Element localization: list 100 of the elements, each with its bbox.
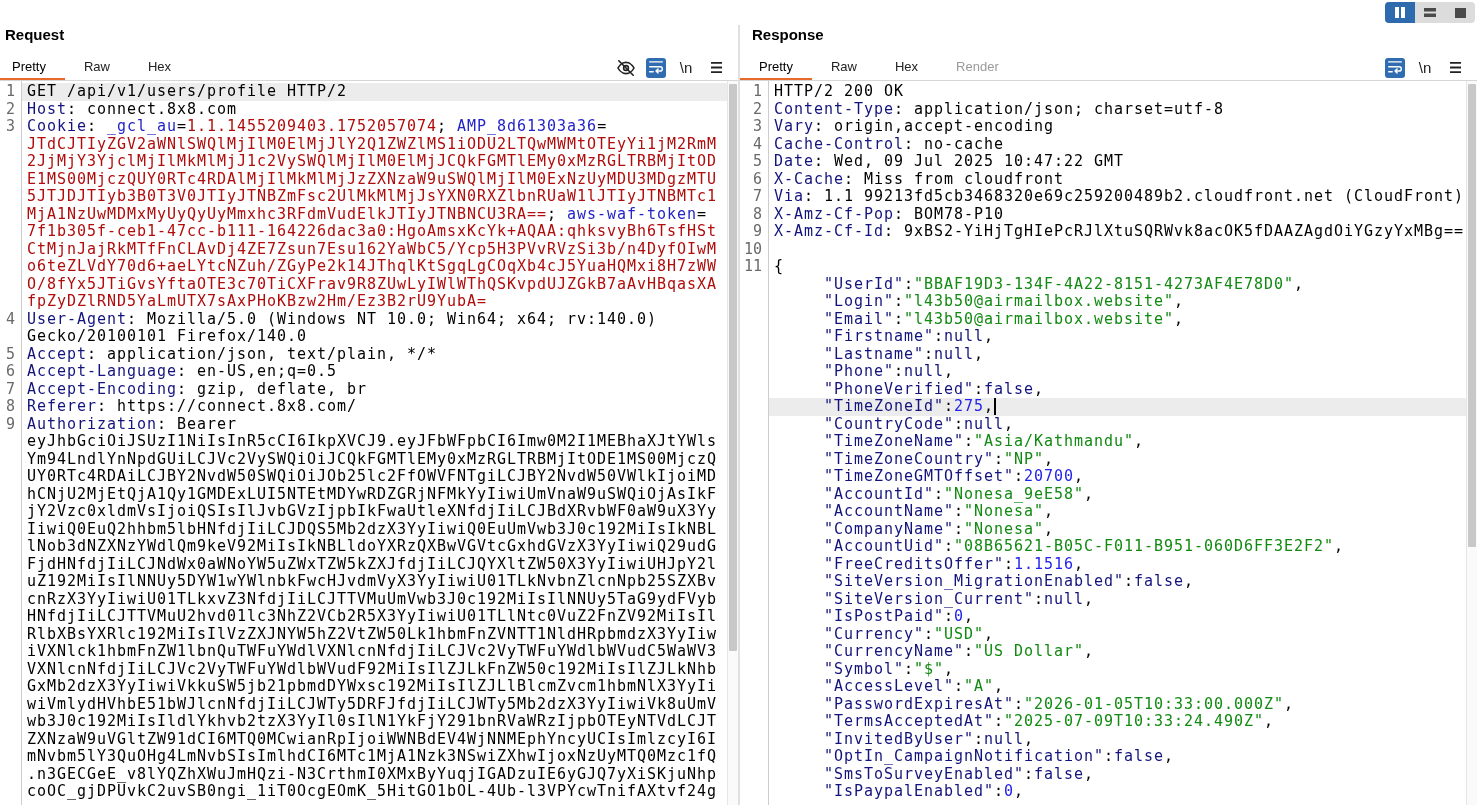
code-line: lNob3dNZXNzYWdlQm9keV92MiIsIkNBLldoYXRzQXBwVGVtcGxhdGVzX3YyIiwiQ29udG [27, 538, 718, 556]
code-line: Referer: https://connect.8x8.com/ [27, 398, 358, 416]
code-line: "IsPaypalEnabled":0, [824, 783, 1025, 801]
code-line: CtMjnJajRkMTfFnCLAvDj4ZE7Zsun7Esu162YaWbC5/Ycp5H3PVvRVzSi3b/n4DyfOIwM [27, 240, 718, 258]
code-line: "CountryCode":null, [824, 415, 1015, 433]
code-line: iVXNlck1hbmFnZW1lbnQuTWFuYWdlVXNlcnNfdjIiLCJVc2VyTWFuYWdlbWVudC5WaWV3 [27, 643, 718, 661]
line-number: 4 [4, 310, 16, 330]
code-line: "SiteVersion_MigrationEnabled":false, [824, 573, 1195, 591]
code-line: "AccountId":"Nonesa_9eE58", [824, 485, 1095, 503]
menu-icon [709, 62, 723, 73]
code-line: X-Amz-Cf-Pop: BOM78-P10 [774, 205, 1005, 223]
newline-toggle[interactable]: \n [676, 57, 696, 78]
line-number: 5 [4, 345, 16, 363]
code-line: cnRzX3YyIiwiU01TLkxvZ3NfdjIiLCJTTVMuUmVwb3J0c192MiIsIlNNUy5TaG9ydFVyb [27, 590, 718, 608]
code-line: Host: connect.8x8.com [27, 100, 238, 118]
code-line: eyJhbGciOiJSUzI1NiIsInR5cCI6IkpXVCJ9.eyJFbWFpbCI6Imw0M2I1MEBhaXJtYWls [27, 433, 718, 451]
code-line: "TimeZoneId":275, [824, 398, 995, 416]
line-number: 3 [4, 118, 16, 137]
code-line: "Login":"l43b50@airmailbox.website", [824, 293, 1185, 311]
line-number: 2 [751, 100, 763, 118]
code-line: fpZyDZlRND5YaLmUTX7sAxPHoKBzw2Hm/Ez3B2rU9YubA= [27, 293, 488, 311]
code-line: { [774, 258, 784, 276]
code-line: Via: 1.1 99213fd5cb3468320e69c259200489b2.cloudfront.net (CloudFront) [774, 188, 1465, 206]
code-line: "FreeCreditsOffer":1.1516, [824, 555, 1085, 573]
code-line: GET /api/v1/users/profile HTTP/2 [27, 83, 348, 101]
code-line: "Phone":null, [824, 363, 955, 381]
line-number: 2 [4, 100, 16, 118]
line-number: 8 [4, 398, 16, 416]
text-cursor [994, 398, 997, 416]
line-number: 1 [4, 83, 16, 101]
code-line: "CompanyName":"Nonesa", [824, 520, 1055, 538]
code-line: UY0RTc4RDAiLCJBY2NvdW50SWQiOiJOb25lc2FfOWVFNTgiLCJBY2NvdW50VWlkIjoiMD [27, 468, 718, 486]
code-line: "Email":"l43b50@airmailbox.website", [824, 310, 1185, 328]
code-line: "AccessLevel":"A", [824, 678, 1005, 696]
wrap-toggle[interactable] [1385, 57, 1405, 78]
code-line: Cache-Control: no-cache [774, 135, 1005, 153]
code-line: VXNlcnNfdjIiLCJVc2VyTWFuYWdlbWVudF92MiIsIlZJLkFnZW50c192MiIsIlZJLkNhb [27, 660, 718, 678]
tab[interactable]: Pretty [740, 55, 812, 80]
code-line: HNfdjIiLCJTTVMuU2hvd01lc3NhZ2VCb2R5X3YyIiwiU01TLlNtc0VuZ2FnZV92MiIsIl [27, 608, 718, 626]
line-number: 4 [751, 135, 763, 153]
code-line: Date: Wed, 09 Jul 2025 10:47:22 GMT [774, 153, 1125, 171]
code-line: "TimeZoneCountry":"NP", [824, 450, 1055, 468]
line-number: 6 [751, 170, 763, 188]
tab[interactable]: Pretty [0, 55, 65, 80]
scrollbar-thumb[interactable] [1468, 84, 1476, 547]
code-line: coOC_gjDPUvkC2uvSB0ngi_1iT0OcgEOmK_5HitGO1bOL-4Ub-l3VPYcwTnifAXtvf24g [27, 783, 718, 801]
code-line: "Currency":"USD", [824, 625, 995, 643]
code-line: "OptIn_CampaignNotification":false, [824, 748, 1175, 766]
code-line: E1MS00MjczQUY0RTc4RDAlMjIlMkMlMjJzZXNzaW9uSWQlMjIlM0ExNzUyMDU3MDgzMTU [27, 170, 718, 188]
code-line: "UserId":"BBAF19D3-134F-4A22-8151-4273AF4E78D0", [824, 275, 1305, 293]
code-line: "SiteVersion_Current":null, [824, 590, 1095, 608]
code-line: wiVmlydHVhbE51bWJlcnNfdjIiLCJWTy5DRFJfdjIiLCJWTy5Mb2dzX3YyIiwiVk8uUmV [27, 695, 718, 713]
code-line: o6teZLVdY70d6+aeLYtcNZuh/ZGyPe2k14JThqlKtSgqLgCOqXb4cJ5YuaHQMxi8H7zWW [27, 258, 718, 276]
code-line: X-Cache: Miss from cloudfront [774, 170, 1065, 188]
visibility-toggle[interactable] [616, 57, 636, 78]
code-line: jY2Vzc0xldmVsIjoiQSIsIlJvbGVzIjpbIkFwaUtleXNfdjIiLCJBdXRvbWF0aW9uX3Yy [27, 503, 718, 521]
code-line: .n3GECGeE_v8lYQZhXWuJmHQzi-N3CrthmI0XMxByYuqjIGADzuIE6yGJQ7yXiSKjuNhp [27, 765, 718, 783]
line-number: 11 [742, 258, 763, 276]
layout-toggle-button[interactable] [1385, 2, 1415, 23]
panel-title: Request [5, 25, 65, 45]
code-line: "AccountName":"Nonesa", [824, 503, 1055, 521]
code-line: mNvbm5lY3QuOHg4LmNvbSIsImlhdCI6MTc1MjA1Nzk3NSwiZXhwIjoxNzUyMTQ0Mzc1fQ [27, 748, 718, 766]
two-columns-icon [1395, 7, 1405, 18]
line-number: 7 [751, 188, 763, 206]
code-line: "TimeZoneName":"Asia/Kathmandu", [824, 433, 1145, 451]
code-line: User-Agent: Mozilla/5.0 (Windows NT 10.0; Win64; x64; rv:140.0) [27, 310, 658, 328]
code-line: Accept: application/json, text/plain, */* [27, 345, 438, 363]
code-line: "Firstname":null, [824, 328, 995, 346]
code-line: GxMb2dzX3YyIiwiVkkuSW5jb21pbmdDYWxsc192MiIsIlZJLlBlcmZvcm1hbmNlX3YyIi [27, 678, 718, 696]
tab[interactable]: Hex [129, 55, 191, 80]
code-line: Accept-Language: en-US,en;q=0.5 [27, 363, 338, 381]
code-line: "Lastname":null, [824, 345, 985, 363]
line-number: 6 [4, 363, 16, 381]
code-line: 5JTJDJTIyb3B0T3V0JTIyJTNBZmFsc2UlMkMlMjJsYXN0RXZlbnRUaW1lJTIyJTNBMTc1 [27, 188, 718, 206]
code-line: 7f1b305f-ceb1-47cc-b111-164226dac3a0:HgoAmsxKcYk+AQAA:qhksvyBh6TsfHSt [27, 223, 718, 241]
tab[interactable]: Hex [876, 55, 938, 80]
code-line: Gecko/20100101 Firefox/140.0 [27, 328, 308, 346]
tab[interactable]: Raw [811, 55, 876, 80]
code-line: 2JjMjY3YjclMjIlMkMlMjJ1c2VySWQlMjIlM0ElMjJCQkFGMTlEMy0xMzRGLTRBMjItOD [27, 153, 718, 171]
two-rows-icon [1424, 8, 1436, 17]
code-line: X-Amz-Cf-Id: 9xBS2-YiHjTgHIePcRJlXtuSQRWvk8acOK5fDAAZAgdOiYGzyYxMBg== [774, 223, 1465, 241]
code-line: "PasswordExpiresAt":"2026-01-05T10:33:00.000Z", [824, 695, 1295, 713]
menu-icon [1448, 62, 1462, 73]
code-line: ZXNzaW9uVGltZW91dCI6MTQ0MCwianRpIjoiWWNBdEV4WjNNMEphYncyUCIsImlzcyI6I [27, 730, 718, 748]
code-line: IiwiQ0EuQ2hhbm5lbHNfdjIiLCJDQS5Mb2dzX3YyIiwiQ0EuUmVwb3J0c192MiIsIkNBL [27, 520, 718, 538]
code-line: Vary: origin,accept-encoding [774, 118, 1055, 136]
square-icon [1454, 7, 1466, 18]
tab[interactable]: Raw [64, 55, 129, 80]
code-line: "CurrencyName":"US Dollar", [824, 643, 1095, 661]
eye-slash-icon [617, 59, 635, 76]
line-number: 9 [751, 223, 763, 241]
line-number: 1 [751, 83, 763, 101]
scrollbar-thumb[interactable] [729, 84, 737, 651]
code-line: Ym94LndlYnNpdGUiLCJVc2VySWQiOiJCQkFGMTlEMy0xMzRGLTRBMjItODE1MS00MjczQ [27, 450, 718, 468]
newline-toggle[interactable]: \n [1415, 57, 1435, 78]
wrap-toggle[interactable] [646, 57, 666, 78]
line-number: 10 [742, 240, 763, 258]
code-line: JTdCJTIyZGV2aWNlSWQlMjIlM0ElMjJlY2Q1ZWZlMS1iODU2LTQwMWMtOTEyYi1jM2RmM [27, 135, 718, 153]
text-wrap-icon [649, 61, 663, 74]
line-number: 5 [751, 153, 763, 171]
